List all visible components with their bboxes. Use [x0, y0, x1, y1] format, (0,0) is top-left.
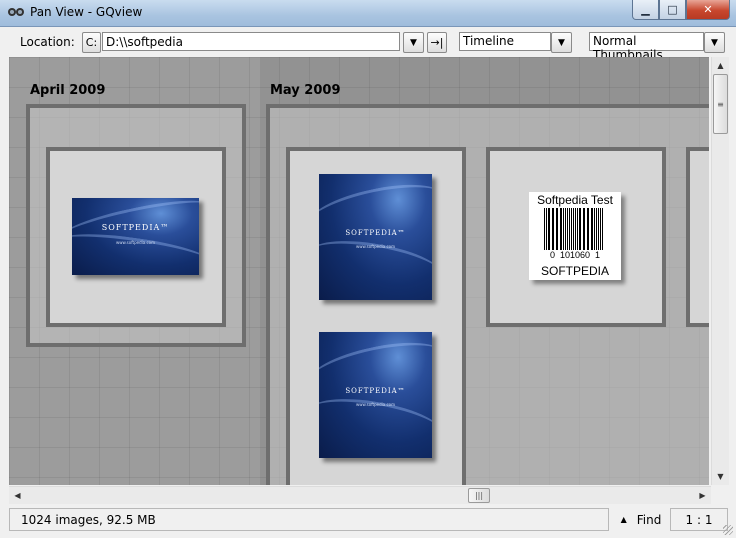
go-to-path-icon[interactable]: →|: [427, 32, 447, 53]
barcode-number-mid: 101060: [559, 250, 591, 260]
minimize-button[interactable]: ▁: [632, 0, 659, 20]
barcode-bottom-text: SOFTPEDIA: [540, 264, 609, 278]
group-label-april: April 2009: [30, 83, 106, 98]
image-thumbnail[interactable]: SOFTPEDIA™ www.softpedia.com: [72, 198, 199, 275]
barcode-stripe: [574, 208, 576, 250]
thumbnail-brand-text: SOFTPEDIA™: [345, 387, 406, 395]
image-thumbnail[interactable]: SOFTPEDIA™ www.softpedia.com: [319, 332, 432, 458]
vertical-scrollbar[interactable]: ▲ ≡ ▼: [711, 57, 729, 485]
horizontal-scroll-thumb[interactable]: |||: [468, 488, 490, 503]
thumbnail-brand-text: SOFTPEDIA™: [101, 223, 170, 232]
maximize-button[interactable]: □: [659, 0, 686, 20]
thumbnail-size-dropdown-icon[interactable]: ▼: [704, 32, 725, 53]
resize-grip-icon[interactable]: [723, 525, 733, 535]
find-label: Find: [636, 512, 662, 527]
find-arrow-icon: ▲: [620, 515, 627, 524]
barcode-number-left: 0: [549, 250, 555, 260]
barcode-stripe: [599, 208, 601, 250]
barcode-stripe: [576, 208, 578, 250]
close-button[interactable]: ✕: [686, 0, 730, 20]
barcode-number-right: 1: [595, 250, 601, 260]
thumbnail-url-text: www.softpedia.com: [355, 244, 396, 249]
zoom-level: 1 : 1: [670, 508, 728, 531]
location-label: Location:: [20, 35, 75, 49]
group-label-may: May 2009: [270, 83, 341, 98]
thumbnail-size-select[interactable]: Normal Thumbnails: [589, 32, 704, 62]
find-button[interactable]: ▲ Find: [612, 508, 670, 531]
window-title: Pan View - GQview: [30, 5, 143, 19]
thumbnail-brand-text: SOFTPEDIA™: [345, 229, 406, 237]
scroll-down-arrow-icon[interactable]: ▼: [712, 468, 729, 485]
layout-select[interactable]: Timeline: [459, 32, 551, 51]
path-input[interactable]: [102, 32, 400, 51]
pan-view-canvas[interactable]: April 2009 May 2009 SOFTPEDIA™ www.softp…: [9, 57, 709, 485]
scroll-left-arrow-icon[interactable]: ◀: [9, 487, 26, 504]
location-toolbar: Location: C: ▼ →| Timeline ▼ Normal Thum…: [0, 27, 736, 62]
title-bar: Pan View - GQview ▁ □ ✕: [0, 0, 736, 27]
drive-button[interactable]: C:: [82, 32, 101, 53]
barcode-stripe: [563, 208, 564, 250]
gqview-app-icon: [8, 8, 24, 16]
barcode-stripe: [567, 208, 569, 250]
window-controls: ▁ □ ✕: [632, 0, 730, 20]
thumbnail-url-text: www.softpedia.com: [355, 402, 396, 407]
barcode-top-text: Softpedia Test: [537, 193, 613, 207]
thumbnail-cell-partial[interactable]: [686, 147, 709, 327]
image-count-status: 1024 images, 92.5 MB: [9, 508, 609, 531]
scroll-up-arrow-icon[interactable]: ▲: [712, 57, 729, 74]
barcode-stripe: [544, 208, 545, 250]
barcode-icon: [544, 208, 604, 250]
vertical-scroll-thumb[interactable]: ≡: [713, 74, 728, 134]
scroll-right-arrow-icon[interactable]: ▶: [694, 487, 711, 504]
barcode-thumbnail[interactable]: Softpedia Test 0 101060 1 SOFTPEDIA: [529, 192, 621, 280]
barcode-stripe: [584, 208, 585, 250]
status-bar: 1024 images, 92.5 MB ▲ Find 1 : 1: [0, 505, 736, 538]
barcode-stripe: [594, 208, 596, 250]
thumbnail-url-text: www.softpedia.com: [115, 240, 156, 245]
barcode-stripe: [602, 208, 603, 250]
barcode-stripe: [588, 208, 589, 250]
layout-dropdown-icon[interactable]: ▼: [551, 32, 572, 53]
image-thumbnail[interactable]: SOFTPEDIA™ www.softpedia.com: [319, 174, 432, 300]
barcode-number: 0 101060 1: [529, 250, 621, 260]
path-history-dropdown-icon[interactable]: ▼: [403, 32, 424, 53]
barcode-stripe: [551, 208, 553, 250]
barcode-stripe: [557, 208, 558, 250]
horizontal-scrollbar[interactable]: ◀ ||| ▶: [9, 486, 711, 504]
